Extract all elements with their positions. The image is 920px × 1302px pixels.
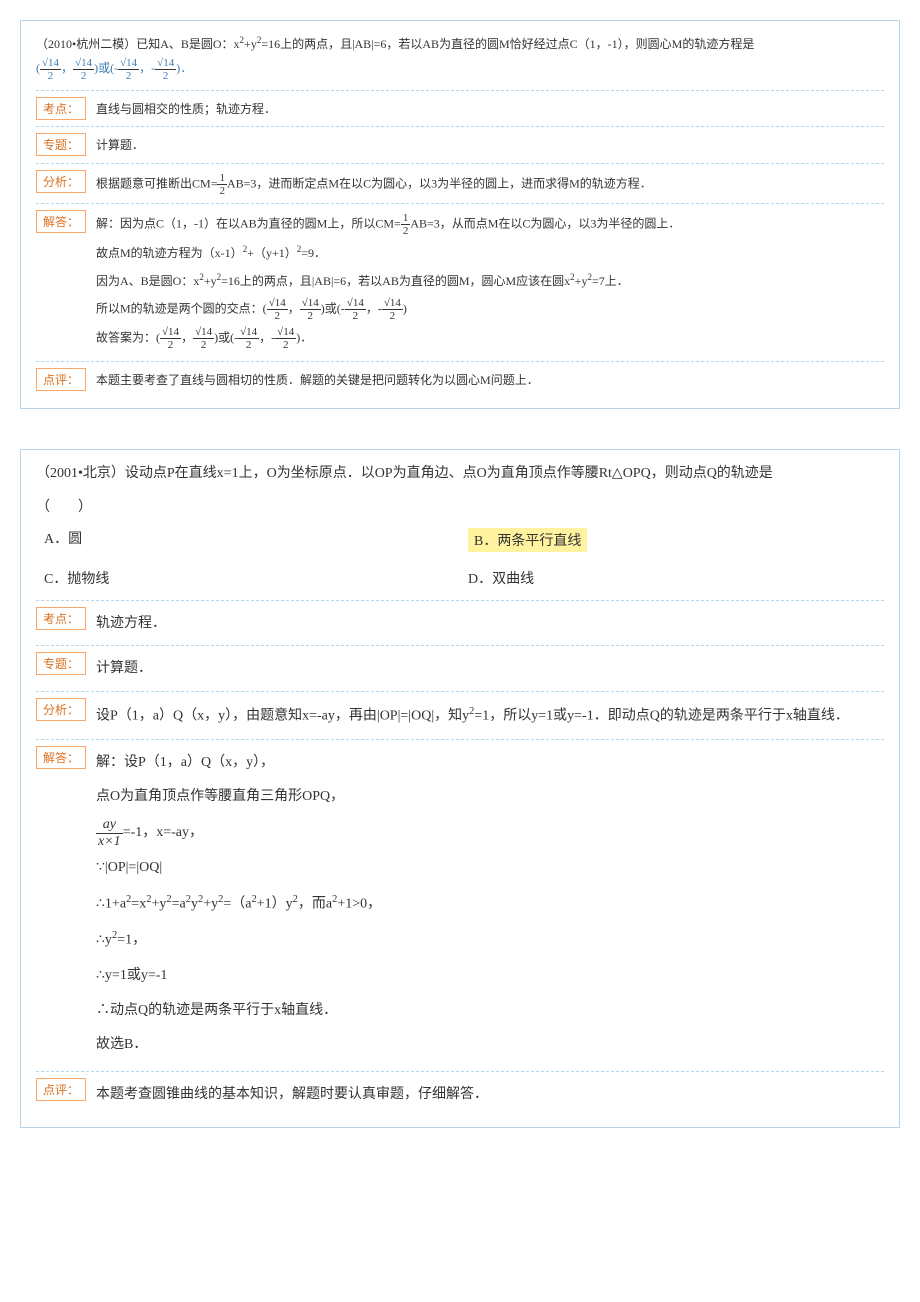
fenxi-label: 分析： [36, 698, 86, 721]
q1-text-part2: +y [244, 37, 257, 51]
p2-jieda-line7: ∴y=1或y=-1 [96, 961, 884, 992]
dianping-label: 点评： [36, 368, 86, 391]
p1-jieda-line4: 所以M的轨迹是两个圆的交点：(√142，√142)或(-√142，-√142) [96, 297, 884, 322]
jieda-label: 解答： [36, 746, 86, 769]
p2-jieda-line2: 点O为直角顶点作等腰直角三角形OPQ， [96, 782, 884, 813]
p2-jieda-line8: ∴动点Q的轨迹是两条平行于x轴直线． [96, 996, 884, 1027]
p2-kaodian-row: 考点： 轨迹方程． [36, 600, 884, 646]
p2-jieda-row: 解答： 解：设P（1，a）Q（x，y）， 点O为直角顶点作等腰直角三角形OPQ，… [36, 739, 884, 1072]
p1-dianping-row: 点评： 本题主要考查了直线与圆相切的性质．解题的关键是把问题转化为以圆心M问题上… [36, 361, 884, 398]
p1-kaodian-row: 考点： 直线与圆相交的性质；轨迹方程． [36, 90, 884, 127]
p2-jieda-line3: ayx×1=-1，x=-ay， [96, 817, 884, 849]
p2-fenxi-content: 设P（1，a）Q（x，y），由题意知x=-ay，再由|OP|=|OQ|，知y2=… [96, 698, 884, 732]
problem-box-2: （2001•北京）设动点P在直线x=1上，O为坐标原点．以OP为直角边、点O为直… [20, 449, 900, 1128]
options-row1: A．圆 B．两条平行直线 [36, 524, 884, 556]
p2-zhuanti-row: 专题： 计算题． [36, 645, 884, 691]
option-d[interactable]: D．双曲线 [460, 564, 884, 592]
option-c[interactable]: C．抛物线 [36, 564, 460, 592]
p1-zhuanti-content: 计算题． [96, 133, 884, 157]
option-b-highlight: B．两条平行直线 [468, 528, 587, 552]
p1-jieda-line1: 解：因为点C（1，-1）在以AB为直径的圆M上，所以CM=12AB=3，从而点M… [96, 212, 884, 237]
options-row2: C．抛物线 D．双曲线 [36, 564, 884, 592]
p1-jieda-row: 解答： 解：因为点C（1，-1）在以AB为直径的圆M上，所以CM=12AB=3，… [36, 203, 884, 361]
q1-period: ． [180, 61, 192, 75]
p1-jieda-content: 解：因为点C（1，-1）在以AB为直径的圆M上，所以CM=12AB=3，从而点M… [96, 210, 884, 355]
p1-fenxi-row: 分析： 根据题意可推断出CM=12AB=3，进而断定点M在以C为圆心，以3为半径… [36, 163, 884, 203]
fenxi-label: 分析： [36, 170, 86, 193]
problem2-question: （2001•北京）设动点P在直线x=1上，O为坐标原点．以OP为直角边、点O为直… [36, 460, 884, 488]
p1-dianping-content: 本题主要考查了直线与圆相切的性质．解题的关键是把问题转化为以圆心M问题上． [96, 368, 884, 392]
p1-zhuanti-row: 专题： 计算题． [36, 126, 884, 163]
p2-jieda-line1: 解：设P（1，a）Q（x，y）， [96, 748, 884, 779]
p2-jieda-content: 解：设P（1，a）Q（x，y）， 点O为直角顶点作等腰直角三角形OPQ， ayx… [96, 746, 884, 1066]
p2-fenxi-row: 分析： 设P（1，a）Q（x，y），由题意知x=-ay，再由|OP|=|OQ|，… [36, 691, 884, 738]
p2-jieda-line6: ∴y2=1， [96, 924, 884, 956]
p1-jieda-line5: 故答案为：(√142，√142)或(-√142，-√142)． [96, 326, 884, 351]
p1-fenxi-content: 根据题意可推断出CM=12AB=3，进而断定点M在以C为圆心，以3为半径的圆上，… [96, 170, 884, 197]
q1-text-part3: =16上的两点，且|AB|=6，若以AB为直径的圆M恰好经过点C（1，-1），则… [261, 37, 754, 51]
p1-kaodian-content: 直线与圆相交的性质；轨迹方程． [96, 97, 884, 121]
kaodian-label: 考点： [36, 97, 86, 120]
zhuanti-label: 专题： [36, 133, 86, 156]
p2-dianping-row: 点评： 本题考查圆锥曲线的基本知识，解题时要认真审题，仔细解答． [36, 1071, 884, 1117]
q1-text-part1: （2010•杭州二模）已知A、B是圆O：x [36, 37, 240, 51]
kaodian-label: 考点： [36, 607, 86, 630]
problem-box-1: （2010•杭州二模）已知A、B是圆O：x2+y2=16上的两点，且|AB|=6… [20, 20, 900, 409]
zhuanti-label: 专题： [36, 652, 86, 675]
p2-jieda-line5: ∴1+a2=x2+y2=a2y2+y2=（a2+1）y2，而a2+1>0， [96, 888, 884, 920]
p2-kaodian-content: 轨迹方程． [96, 607, 884, 640]
problem2-paren: （ ） [36, 496, 884, 516]
p1-jieda-line3: 因为A、B是圆O：x2+y2=16上的两点，且|AB|=6，若以AB为直径的圆M… [96, 269, 884, 293]
option-b[interactable]: B．两条平行直线 [460, 524, 884, 556]
p2-dianping-content: 本题考查圆锥曲线的基本知识，解题时要认真审题，仔细解答． [96, 1078, 884, 1111]
problem1-question: （2010•杭州二模）已知A、B是圆O：x2+y2=16上的两点，且|AB|=6… [36, 31, 884, 82]
p2-zhuanti-content: 计算题． [96, 652, 884, 685]
q1-answer: (√142，√142)或(-√142，-√142)． [36, 56, 884, 82]
dianping-label: 点评： [36, 1078, 86, 1101]
p2-jieda-line9: 故选B． [96, 1030, 884, 1061]
jieda-label: 解答： [36, 210, 86, 233]
p1-jieda-line2: 故点M的轨迹方程为（x-1）2+（y+1）2=9． [96, 241, 884, 265]
option-a[interactable]: A．圆 [36, 524, 460, 556]
p2-jieda-line4: ∵|OP|=|OQ| [96, 853, 884, 884]
